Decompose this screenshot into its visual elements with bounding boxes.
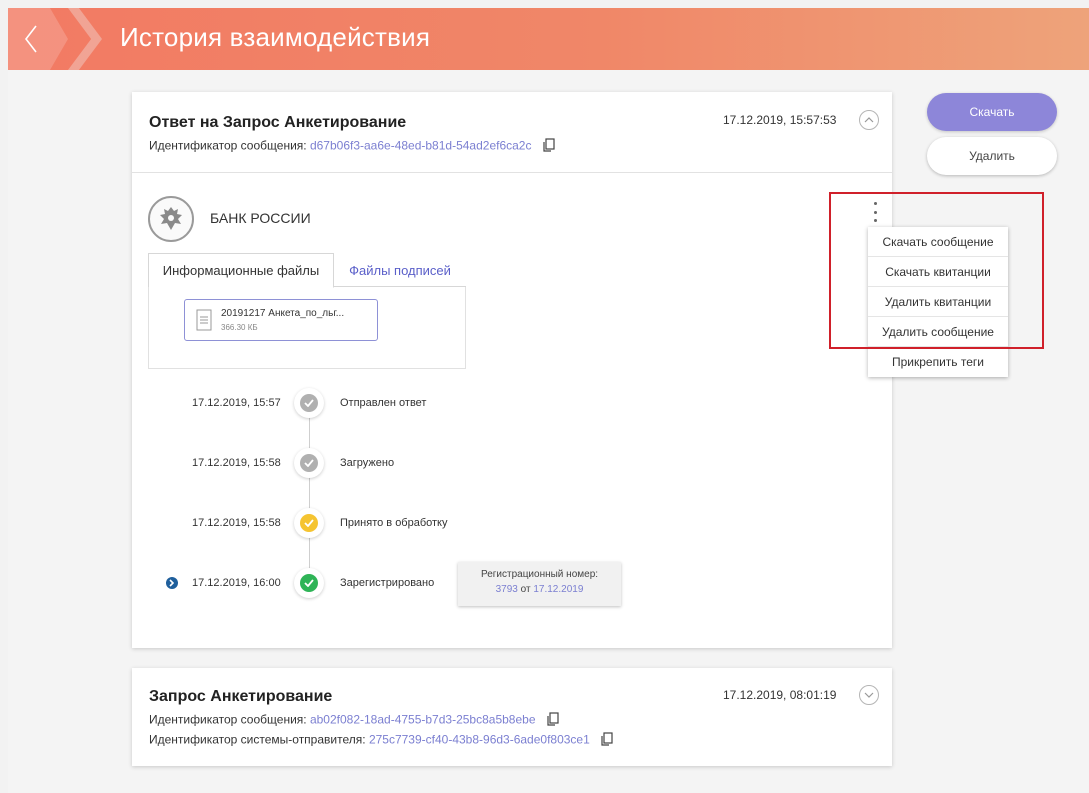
expand-button[interactable] <box>859 685 879 705</box>
check-icon <box>300 454 318 472</box>
timeline-status: Отправлен ответ <box>340 397 427 409</box>
collapse-button[interactable] <box>859 110 879 130</box>
chevron-right-icon[interactable] <box>166 577 178 589</box>
chevron-down-icon <box>864 692 874 698</box>
timeline-row: 17.12.2019, 15:57 Отправлен ответ <box>132 388 892 418</box>
timeline-row: 17.12.2019, 15:58 Принято в обработку <box>132 508 892 538</box>
back-button[interactable] <box>8 8 68 70</box>
check-icon <box>300 514 318 532</box>
message-title: Запрос Анкетирование <box>149 688 333 705</box>
registration-number[interactable]: 3793 <box>496 584 518 595</box>
message-id-value[interactable]: d67b06f3-aa6e-48ed-b81d-54ad2ef6ca2c <box>310 139 532 153</box>
timeline-status: Загружено <box>340 457 395 469</box>
check-icon <box>300 574 318 592</box>
message-id-label: Идентификатор сообщения: <box>149 712 307 727</box>
timeline-status: Зарегистрировано <box>340 577 435 589</box>
chevron-left-icon <box>24 25 37 53</box>
menu-item-attach-tags[interactable]: Прикрепить теги <box>868 347 1008 377</box>
tab-info-files[interactable]: Информационные файлы <box>148 253 334 288</box>
download-button[interactable]: Скачать <box>927 93 1057 131</box>
delete-button[interactable]: Удалить <box>927 137 1057 175</box>
message-card-expanded: Ответ на Запрос Анкетирование Идентифика… <box>132 92 892 648</box>
check-icon <box>300 394 318 412</box>
message-datetime: 17.12.2019, 15:57:53 <box>723 113 837 127</box>
copy-icon[interactable] <box>601 732 613 749</box>
timeline-row: 17.12.2019, 15:58 Загружено <box>132 448 892 478</box>
status-node <box>294 508 324 538</box>
page-title: История взаимодействия <box>120 22 431 52</box>
message-datetime: 17.12.2019, 08:01:19 <box>723 688 837 702</box>
message-id-label: Идентификатор сообщения: <box>149 138 307 153</box>
chevron-up-icon <box>864 117 874 123</box>
files-panel: 20191217 Анкета_по_льг... 366.30 КБ <box>148 287 466 369</box>
timeline-date: 17.12.2019, 15:58 <box>192 457 281 469</box>
registration-value: 3793 от 17.12.2019 <box>458 584 621 595</box>
status-node <box>294 448 324 478</box>
timeline-date: 17.12.2019, 16:00 <box>192 577 281 589</box>
registration-tooltip: Регистрационный номер: 3793 от 17.12.201… <box>458 562 621 606</box>
document-icon <box>196 309 212 331</box>
page-header: История взаимодействия <box>8 8 1089 70</box>
sender-system-id-line: Идентификатор системы-отправителя: 275c7… <box>149 732 613 749</box>
file-size: 366.30 КБ <box>221 323 258 332</box>
timeline-date: 17.12.2019, 15:57 <box>192 397 281 409</box>
registration-date[interactable]: 17.12.2019 <box>533 584 583 595</box>
file-item[interactable]: 20191217 Анкета_по_льг... 366.30 КБ <box>184 299 378 341</box>
copy-icon[interactable] <box>543 138 555 155</box>
sender-system-id-label: Идентификатор системы-отправителя: <box>149 732 366 747</box>
message-id-line: Идентификатор сообщения: d67b06f3-aa6e-4… <box>149 138 555 155</box>
sender-system-id-value[interactable]: 275c7739-cf40-43b8-96d3-6ade0f803ce1 <box>369 733 590 747</box>
status-node <box>294 568 324 598</box>
tab-signature-files[interactable]: Файлы подписей <box>334 253 466 288</box>
message-title: Ответ на Запрос Анкетирование <box>149 114 407 131</box>
registration-label: Регистрационный номер: <box>480 569 599 580</box>
status-node <box>294 388 324 418</box>
card-divider <box>132 172 892 173</box>
copy-icon[interactable] <box>547 712 559 729</box>
timeline-line <box>309 403 310 573</box>
message-card-collapsed[interactable]: Запрос Анкетирование Идентификатор сообщ… <box>132 668 892 766</box>
message-id-line: Идентификатор сообщения: ab02f082-18ad-4… <box>149 712 559 729</box>
registration-from: от <box>520 584 531 595</box>
bank-emblem-icon <box>148 196 194 242</box>
message-id-value[interactable]: ab02f082-18ad-4755-b7d3-25bc8a5b8ebe <box>310 713 536 727</box>
annotation-highlight <box>829 192 1044 349</box>
sender-name: БАНК РОССИИ <box>210 210 311 226</box>
timeline-status: Принято в обработку <box>340 517 448 529</box>
header-decoration <box>68 8 102 70</box>
timeline-date: 17.12.2019, 15:58 <box>192 517 281 529</box>
file-name: 20191217 Анкета_по_льг... <box>221 308 345 319</box>
file-tabs: Информационные файлы Файлы подписей <box>148 253 466 288</box>
